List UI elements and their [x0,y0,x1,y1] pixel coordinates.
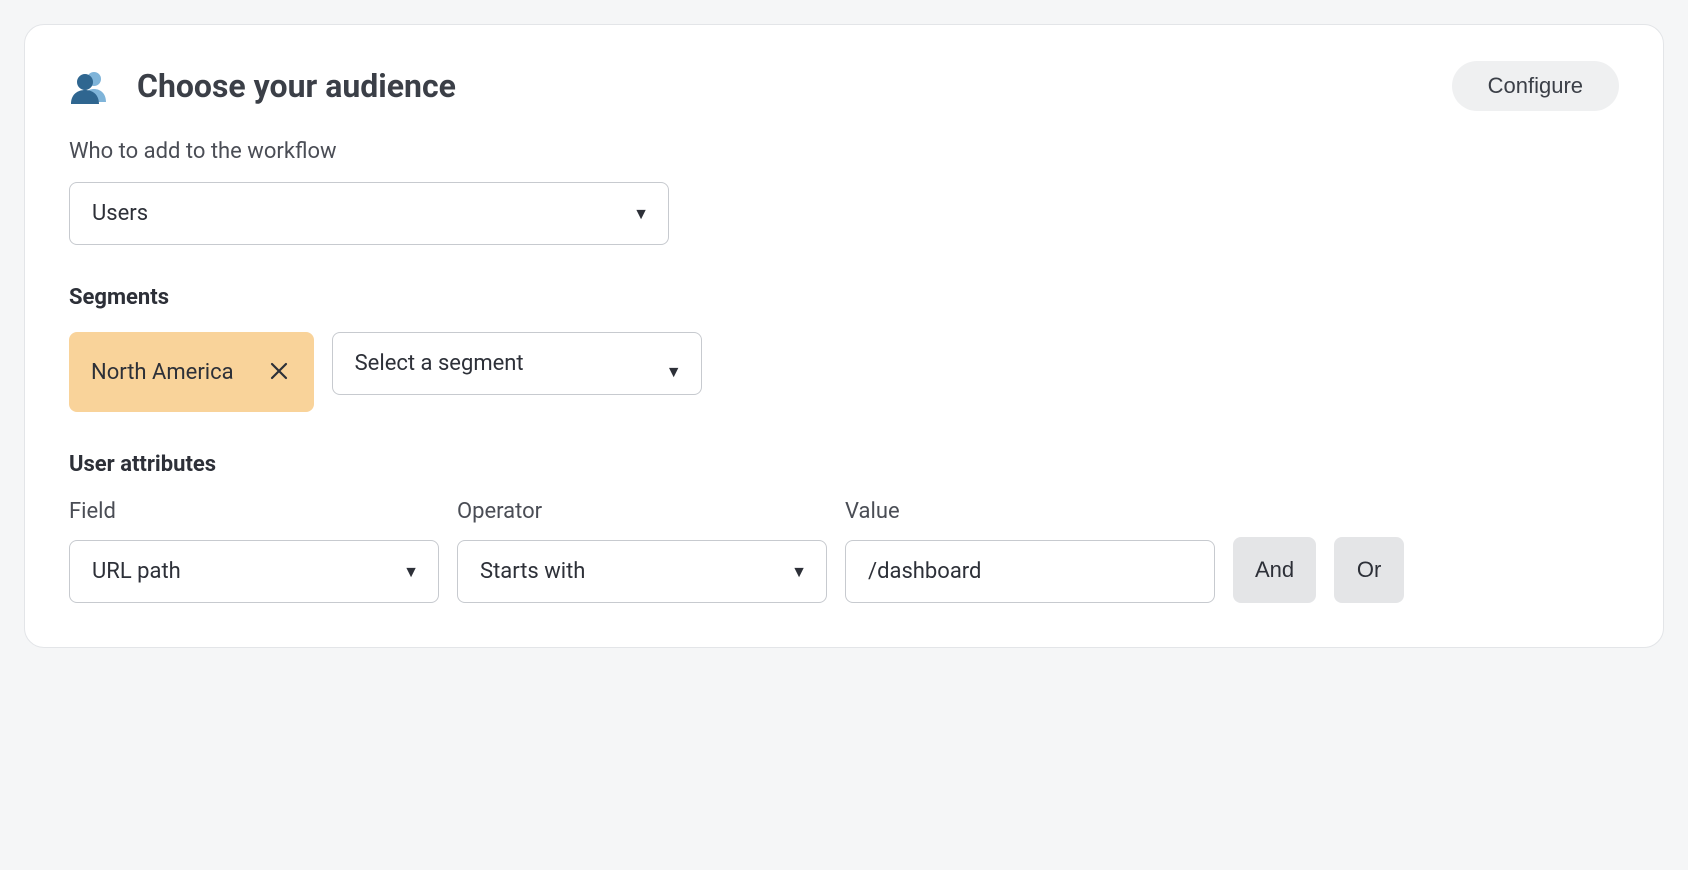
segment-select-wrap: Select a segment ▼ [332,332,702,412]
configure-button[interactable]: Configure [1452,61,1619,111]
attributes-heading: User attributes [69,452,1619,477]
segments-section: Segments North America Select a segment [69,285,1619,412]
attributes-row: Field URL path ▼ Operator Starts with ▼ [69,499,1619,603]
audience-card: Choose your audience Configure Who to ad… [24,24,1664,648]
segments-row: North America Select a segment ▼ [69,332,1619,412]
workflow-label: Who to add to the workflow [69,139,1619,164]
segment-chip-label: North America [91,360,234,385]
people-icon [69,66,109,106]
attr-value-col: Value [845,499,1215,603]
close-icon [270,362,288,383]
attr-field-select[interactable]: URL path [69,540,439,603]
segment-remove-button[interactable] [266,358,292,387]
workflow-select-wrap: Users ▼ [69,182,669,245]
segment-select[interactable]: Select a segment [332,332,702,395]
attr-operator-label: Operator [457,499,827,524]
segment-chip: North America [69,332,314,412]
attr-field-label: Field [69,499,439,524]
card-header-left: Choose your audience [69,66,456,106]
attr-value-input[interactable] [845,540,1215,603]
logic-or-button[interactable]: Or [1334,537,1404,603]
logic-and-button[interactable]: And [1233,537,1316,603]
attr-operator-select[interactable]: Starts with [457,540,827,603]
attr-field-select-wrap: URL path ▼ [69,540,439,603]
attr-field-col: Field URL path ▼ [69,499,439,603]
attr-value-label: Value [845,499,1215,524]
card-title: Choose your audience [137,67,456,105]
attr-operator-select-wrap: Starts with ▼ [457,540,827,603]
segments-heading: Segments [69,285,1619,310]
card-header: Choose your audience Configure [69,61,1619,111]
attr-operator-col: Operator Starts with ▼ [457,499,827,603]
workflow-section: Who to add to the workflow Users ▼ [69,139,1619,245]
workflow-select[interactable]: Users [69,182,669,245]
attributes-section: User attributes Field URL path ▼ Operato… [69,452,1619,603]
